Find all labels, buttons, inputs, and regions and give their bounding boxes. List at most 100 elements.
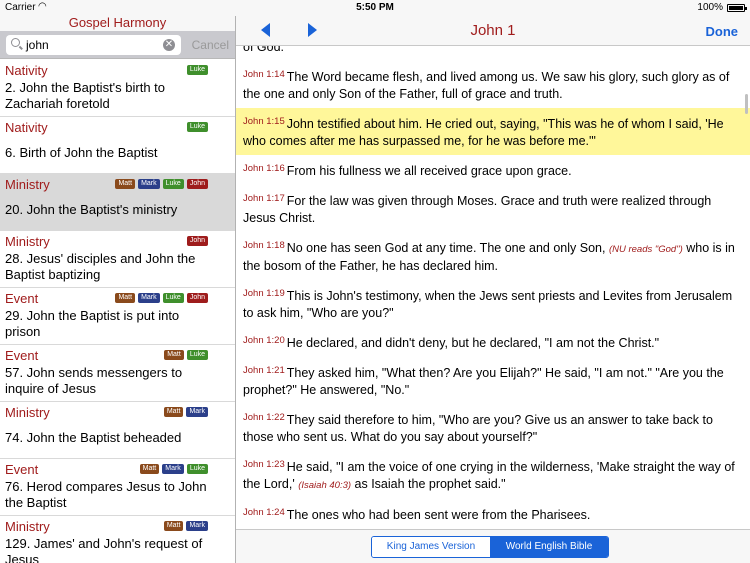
row-title: 74. John the Baptist beheaded bbox=[5, 430, 182, 445]
version-selector: King James Version World English Bible bbox=[371, 536, 609, 558]
verse-reference[interactable]: John 1:18 bbox=[243, 240, 285, 251]
status-bar: Carrier ◠ 5:50 PM 100% bbox=[0, 0, 750, 16]
list-item[interactable]: Event Matt Mark Luke John 29. John the Baptis… bbox=[0, 288, 235, 345]
version-option[interactable]: King James Version bbox=[372, 537, 490, 557]
results-list: Nativity Luke 2. John the Baptist's birth … bbox=[0, 60, 235, 563]
search-query: john bbox=[26, 38, 49, 52]
row-category: Event bbox=[5, 462, 39, 477]
clear-search-icon[interactable]: ✕ bbox=[163, 39, 175, 51]
row-title: 6. Birth of John the Baptist bbox=[5, 145, 158, 160]
row-title: 129. James' and John's request of Jesus bbox=[5, 536, 203, 563]
verse-text: They said therefore to him, "Who are you… bbox=[243, 413, 713, 444]
list-item[interactable]: Ministry Matt Mark 129. James' and John's r… bbox=[0, 516, 235, 563]
version-toolbar: King James Version World English Bible bbox=[236, 529, 750, 563]
gospel-tag-matt: Matt bbox=[115, 293, 136, 303]
verse[interactable]: John 1:18 No one has seen God at any time… bbox=[236, 232, 750, 280]
verse-text: He declared, and didn't deny, but he dec… bbox=[286, 336, 660, 350]
list-item[interactable]: Event Matt Mark Luke 76. Herod compares Jesu… bbox=[0, 459, 235, 516]
verse[interactable]: John 1:19 This is John's testimony, when … bbox=[236, 280, 750, 327]
search-input[interactable]: john ✕ bbox=[6, 35, 181, 55]
verse[interactable]: John 1:21 They asked him, "What then? Are… bbox=[236, 357, 750, 404]
gospel-tag-mark: Mark bbox=[186, 521, 208, 531]
row-title: 28. Jesus' disciples and John the Baptis… bbox=[5, 251, 196, 282]
list-item[interactable]: Ministry John 28. Jesus' disciples and Joh… bbox=[0, 231, 235, 288]
done-button[interactable]: Done bbox=[706, 24, 739, 39]
sidebar-title: Gospel Harmony bbox=[0, 16, 235, 31]
row-category: Ministry bbox=[5, 405, 50, 420]
row-title: 2. John the Baptist's birth to Zachariah… bbox=[5, 80, 166, 111]
gospel-tag-matt: Matt bbox=[163, 407, 184, 417]
battery-percent: 100% bbox=[697, 2, 723, 13]
gospel-tags: John bbox=[186, 236, 208, 246]
verse-fragment: of God. bbox=[243, 46, 284, 54]
row-category: Ministry bbox=[5, 519, 50, 534]
verse-footnote[interactable]: (NU reads "God") bbox=[609, 244, 683, 255]
verse-reference[interactable]: John 1:23 bbox=[243, 459, 285, 470]
verse-reference[interactable]: John 1:21 bbox=[243, 365, 285, 376]
app-root: Carrier ◠ 5:50 PM 100% Gospel Harmony jo… bbox=[0, 0, 750, 563]
chapter-title: John 1 bbox=[470, 22, 516, 39]
row-category: Nativity bbox=[5, 120, 48, 135]
verse[interactable]: John 1:15 John testified about him. He cr… bbox=[236, 108, 750, 155]
search-icon bbox=[11, 38, 20, 47]
verse[interactable]: John 1:23 He said, "I am the voice of one… bbox=[236, 451, 750, 499]
battery-icon bbox=[727, 4, 747, 12]
row-category: Event bbox=[5, 348, 39, 363]
row-category: Ministry bbox=[5, 234, 50, 249]
verse-text: John testified about him. He cried out, … bbox=[243, 117, 724, 148]
gospel-tag-luke: Luke bbox=[186, 65, 208, 75]
gospel-tag-matt: Matt bbox=[115, 179, 136, 189]
verse-text: For the law was given through Moses. Gra… bbox=[243, 194, 712, 225]
scripture-content[interactable]: of God. John 1:14 The Word became flesh, … bbox=[236, 46, 750, 529]
gospel-tag-john: John bbox=[186, 293, 208, 303]
verse[interactable]: John 1:14 The Word became flesh, and live… bbox=[236, 61, 750, 108]
verse-reference[interactable]: John 1:19 bbox=[243, 288, 285, 299]
gospel-tag-matt: Matt bbox=[139, 464, 160, 474]
gospel-tags: Matt Mark bbox=[163, 407, 208, 417]
verse-reference[interactable]: John 1:22 bbox=[243, 412, 285, 423]
list-item[interactable]: Ministry Matt Mark 74. John the Baptist beh… bbox=[0, 402, 235, 459]
verse-reference[interactable]: John 1:20 bbox=[243, 335, 285, 346]
row-title: 29. John the Baptist is put into prison bbox=[5, 308, 180, 339]
verse-list: of God. John 1:14 The Word became flesh, … bbox=[236, 46, 750, 529]
row-title: 57. John sends messengers to inquire of … bbox=[5, 365, 183, 396]
verse-reference[interactable]: John 1:14 bbox=[243, 69, 285, 80]
verse-footnote[interactable]: (Isaiah 40:3) bbox=[298, 480, 351, 491]
list-item[interactable]: Ministry Matt Mark Luke John 20. John the Bap… bbox=[0, 174, 235, 231]
gospel-tags: Matt Mark Luke bbox=[139, 464, 208, 474]
scrollbar[interactable] bbox=[745, 94, 748, 114]
verse-text: The Word became flesh, and lived among u… bbox=[243, 70, 730, 101]
list-item[interactable]: Nativity Luke 2. John the Baptist's birth … bbox=[0, 60, 235, 117]
verse-text: as Isaiah the prophet said." bbox=[354, 477, 506, 491]
cancel-button[interactable]: Cancel bbox=[192, 38, 229, 52]
verse[interactable]: John 1:17 For the law was given through M… bbox=[236, 185, 750, 232]
list-item[interactable]: Event Matt Luke 57. John sends messengers t… bbox=[0, 345, 235, 402]
gospel-tag-luke: Luke bbox=[186, 350, 208, 360]
verse[interactable]: John 1:20 He declared, and didn't deny, b… bbox=[236, 327, 750, 357]
verse[interactable]: John 1:24 The ones who had been sent were… bbox=[236, 499, 750, 529]
version-option[interactable]: World English Bible bbox=[490, 537, 608, 557]
verse-reference[interactable]: John 1:16 bbox=[243, 163, 285, 174]
verse-reference[interactable]: John 1:24 bbox=[243, 507, 285, 518]
row-category: Event bbox=[5, 291, 39, 306]
status-time: 5:50 PM bbox=[356, 2, 394, 13]
list-item[interactable]: Nativity Luke 6. Birth of John the Baptist bbox=[0, 117, 235, 174]
verse[interactable]: John 1:16 From his fullness we all receiv… bbox=[236, 155, 750, 185]
gospel-tags: Matt Mark Luke John bbox=[115, 293, 208, 303]
gospel-tags: Matt Mark bbox=[163, 521, 208, 531]
search-bar: john ✕ Cancel bbox=[0, 31, 235, 59]
gospel-tags: Luke bbox=[186, 65, 208, 75]
gospel-tags: Matt Luke bbox=[164, 350, 208, 360]
gospel-tags: Matt Mark Luke John bbox=[115, 179, 208, 189]
gospel-tag-luke: Luke bbox=[162, 179, 184, 189]
gospel-tag-matt: Matt bbox=[163, 521, 184, 531]
row-title: 76. Herod compares Jesus to John the Bap… bbox=[5, 479, 207, 510]
verse-reference[interactable]: John 1:15 bbox=[243, 116, 285, 127]
verse[interactable]: John 1:22 They said therefore to him, "Wh… bbox=[236, 404, 750, 451]
gospel-tag-matt: Matt bbox=[164, 350, 184, 360]
gospel-tag-mark: Mark bbox=[138, 179, 160, 189]
gospel-tag-mark: Mark bbox=[162, 464, 184, 474]
verse-reference[interactable]: John 1:17 bbox=[243, 193, 285, 204]
verse-text: No one has seen God at any time. The one… bbox=[286, 241, 606, 255]
row-title: 20. John the Baptist's ministry bbox=[5, 202, 178, 217]
